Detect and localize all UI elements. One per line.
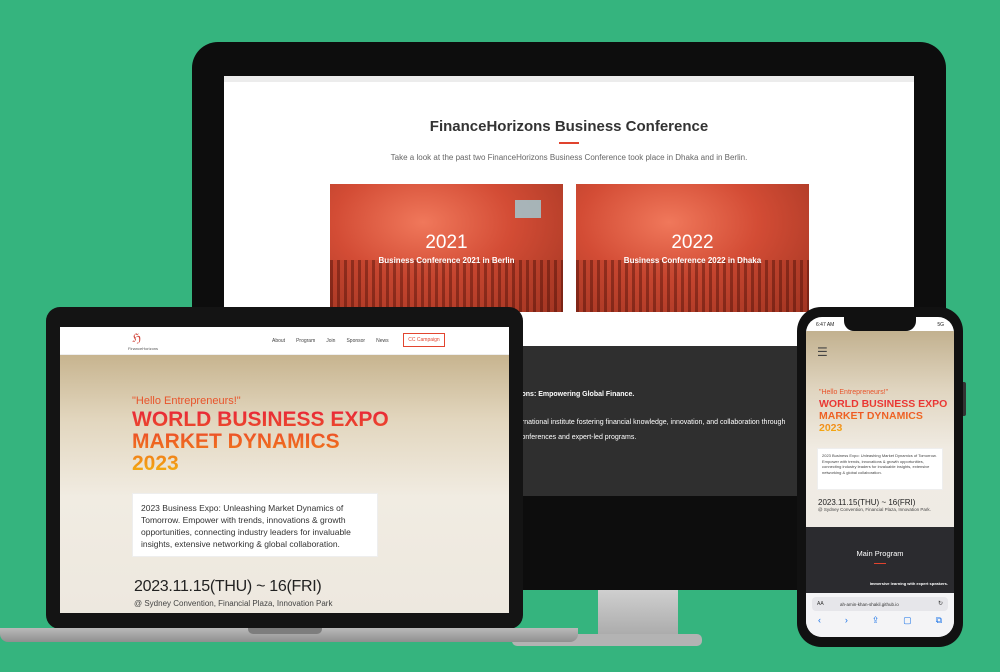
tabs-icon[interactable]: ⧉ xyxy=(936,615,942,631)
phone: ☰ "Hello Entrepreneurs!" WORLD BUSINESS … xyxy=(797,307,963,647)
conference-subtitle: Take a look at the past two FinanceHoriz… xyxy=(390,153,748,162)
monitor-stand-neck xyxy=(598,590,678,638)
phone-notch xyxy=(844,317,916,331)
nav-item-program[interactable]: Program xyxy=(296,338,315,344)
card-year: 2021 xyxy=(425,232,468,253)
hero-title-line3: 2023 xyxy=(819,422,843,434)
conference-card-2022[interactable]: 2022 Business Conference 2022 in Dhaka xyxy=(576,184,809,312)
phone-screen: ☰ "Hello Entrepreneurs!" WORLD BUSINESS … xyxy=(806,317,954,637)
hero-title-line1: WORLD BUSINESS EXPO xyxy=(132,408,389,431)
audience-image xyxy=(576,260,809,312)
hero-title: WORLD BUSINESS EXPO MARKET DYNAMICS 2023 xyxy=(132,409,389,475)
laptop-notch xyxy=(248,628,322,634)
hamburger-menu-icon[interactable]: ☰ xyxy=(817,345,828,359)
footer-tagline: zons: Empowering Global Finance. xyxy=(518,391,635,398)
section-divider xyxy=(874,563,886,564)
nav-item-sponsor[interactable]: Sponsor xyxy=(346,338,365,344)
forward-icon[interactable]: › xyxy=(845,615,848,631)
logo-text[interactable]: FinanceHorizons xyxy=(128,346,158,351)
card-label: Business Conference 2022 in Dhaka xyxy=(623,256,762,265)
browser-nav-buttons: ‹ › ⇪ ▢ ⧉ xyxy=(806,615,954,631)
phone-hero: ☰ "Hello Entrepreneurs!" WORLD BUSINESS … xyxy=(806,331,954,527)
main-program-section: Main Program Immersive learning with exp… xyxy=(806,527,954,593)
logo-icon[interactable]: ℌ xyxy=(132,331,141,345)
nav-item-news[interactable]: News xyxy=(376,338,389,344)
bookmarks-icon[interactable]: ▢ xyxy=(903,615,912,631)
hero-title-line3: 2023 xyxy=(132,452,179,475)
hero-title-line1: WORLD BUSINESS EXPO xyxy=(819,398,948,410)
hero-description: 2023 Business Expo: Unleashing Market Dy… xyxy=(132,493,378,557)
card-year: 2022 xyxy=(671,232,714,253)
hero-title-line2: MARKET DYNAMICS xyxy=(132,430,340,453)
audience-image xyxy=(330,260,563,312)
hero-greeting: "Hello Entrepreneurs!" xyxy=(819,389,889,396)
nav-item-about[interactable]: About xyxy=(272,338,285,344)
event-venue: @ Sydney Convention, Financial Plaza, In… xyxy=(134,599,333,608)
nav-menu: About Program Join Sponsor News xyxy=(272,338,389,344)
conference-title: FinanceHorizons Business Conference xyxy=(429,118,709,135)
hero-title-line2: MARKET DYNAMICS xyxy=(819,410,923,422)
back-icon[interactable]: ‹ xyxy=(818,615,821,631)
laptop-screen: ℌ FinanceHorizons About Program Join Spo… xyxy=(60,327,509,613)
laptop: ℌ FinanceHorizons About Program Join Spo… xyxy=(46,307,523,629)
event-date: 2023.11.15(THU) ~ 16(FRI) xyxy=(134,578,322,595)
url-text[interactable]: ah-amin-khan-shakil.github.io xyxy=(840,602,899,607)
section-caption: Immersive learning with expert speakers. xyxy=(869,581,948,586)
browser-toolbar: AA ah-amin-khan-shakil.github.io ↻ ‹ › ⇪… xyxy=(806,593,954,637)
laptop-hero: "Hello Entrepreneurs!" WORLD BUSINESS EX… xyxy=(60,355,509,613)
footer-description-line1: ernational institute fostering financial… xyxy=(518,419,786,426)
title-divider xyxy=(559,142,579,144)
nav-item-join[interactable]: Join xyxy=(326,338,335,344)
signal-indicator: 5G xyxy=(937,322,944,328)
cc-campaign-button[interactable]: CC Campaign xyxy=(403,333,445,347)
desktop-top-bar xyxy=(224,76,914,82)
conference-card-2021[interactable]: 2021 Business Conference 2021 in Berlin xyxy=(330,184,563,312)
conference-cards: 2021 Business Conference 2021 in Berlin … xyxy=(330,184,810,312)
reader-settings-button[interactable]: AA xyxy=(817,601,824,607)
hero-title: WORLD BUSINESS EXPO MARKET DYNAMICS 2023 xyxy=(819,398,947,434)
card-label: Business Conference 2021 in Berlin xyxy=(378,256,515,265)
stage-screen-image xyxy=(515,200,541,218)
share-icon[interactable]: ⇪ xyxy=(872,615,880,631)
event-date: 2023.11.15(THU) ~ 16(FRI) xyxy=(818,498,916,507)
footer-description-line2: conferences and expert-led programs. xyxy=(518,434,637,441)
status-time: 6:47 AM xyxy=(816,322,835,328)
hero-description: 2023 Business Expo: Unleashing Market Dy… xyxy=(817,448,943,490)
hero-greeting: "Hello Entrepreneurs!" xyxy=(132,395,241,407)
laptop-navbar: ℌ FinanceHorizons About Program Join Spo… xyxy=(60,327,509,355)
reload-icon[interactable]: ↻ xyxy=(938,600,943,607)
address-bar[interactable]: AA ah-amin-khan-shakil.github.io ↻ xyxy=(812,597,948,611)
event-venue: @ Sydney Convention, Financial Plaza, In… xyxy=(818,507,931,512)
section-title: Main Program xyxy=(856,549,904,558)
